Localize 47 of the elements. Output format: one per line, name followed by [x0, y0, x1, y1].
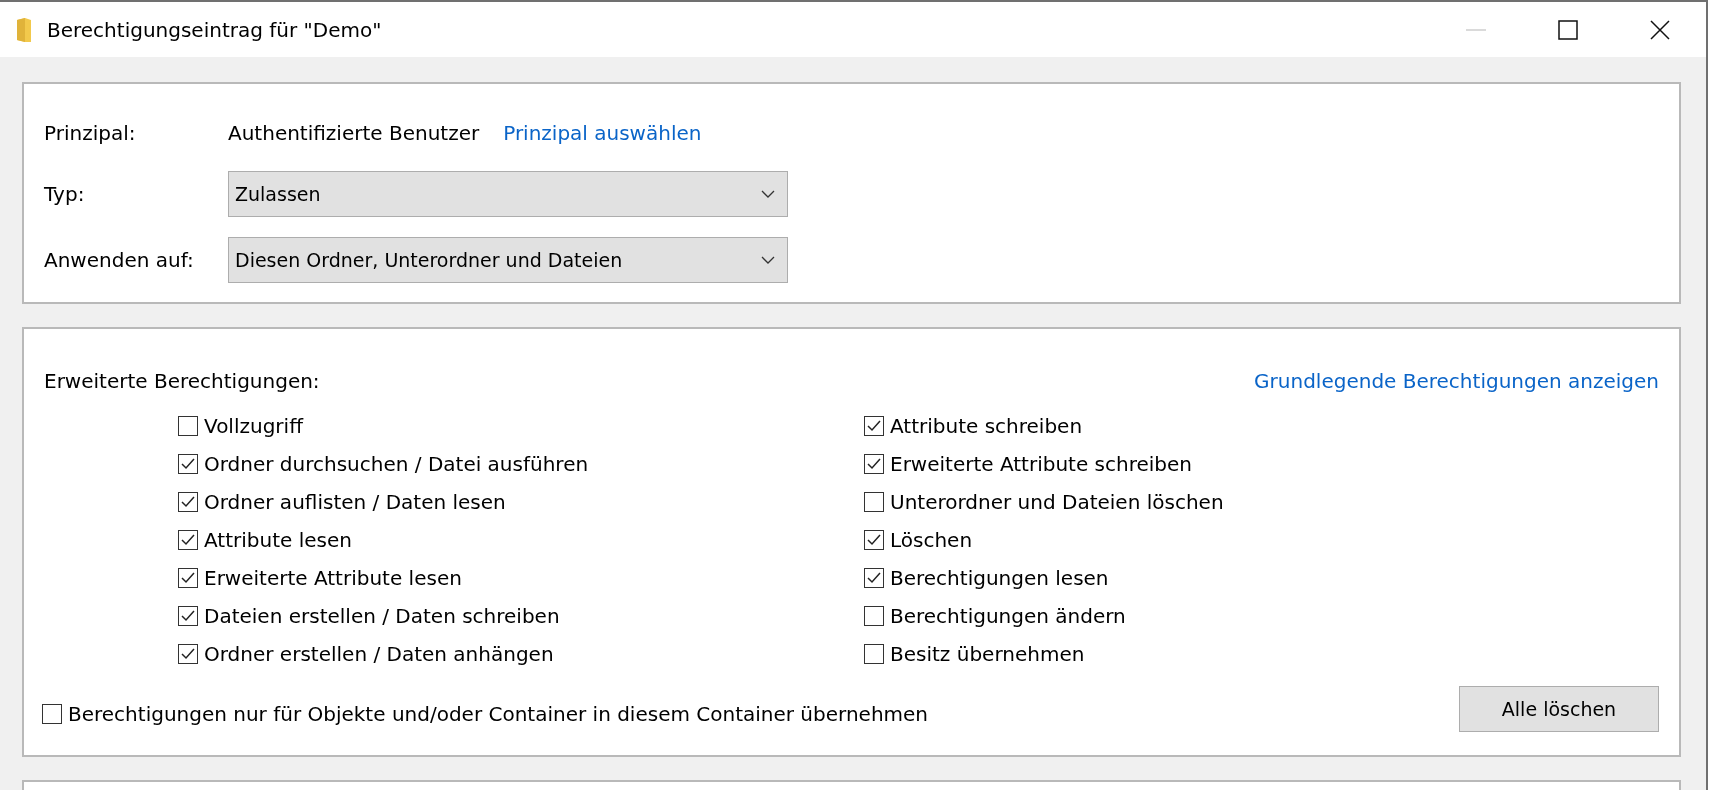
checkbox[interactable]	[864, 530, 884, 550]
checkbox-label: Vollzugriff	[204, 414, 303, 438]
checkbox[interactable]	[864, 568, 884, 588]
window-title: Berechtigungseintrag für "Demo"	[47, 17, 382, 42]
checkbox[interactable]	[864, 606, 884, 626]
chevron-down-icon	[761, 190, 775, 198]
checkbox-label: Berechtigungen nur für Objekte und/oder Container in diesem Container übernehmen	[68, 702, 929, 726]
checkbox[interactable]	[178, 492, 198, 512]
select-principal-link[interactable]: Prinzipal auswählen	[503, 121, 702, 145]
checkbox-label: Attribute lesen	[204, 528, 352, 552]
checkbox-label: Erweiterte Attribute lesen	[204, 566, 462, 590]
minimize-icon	[1465, 28, 1487, 31]
checkbox[interactable]	[42, 704, 62, 724]
checkbox-label: Besitz übernehmen	[890, 642, 1085, 666]
checkbox[interactable]	[178, 530, 198, 550]
field-label: Typ:	[44, 182, 86, 206]
checkbox-label: Berechtigungen ändern	[890, 604, 1126, 628]
checkbox[interactable]	[864, 644, 884, 664]
checkbox-label: Ordner erstellen / Daten anhängen	[204, 642, 554, 666]
folder-icon	[15, 15, 33, 44]
checkbox-label: Ordner auflisten / Daten lesen	[204, 490, 506, 514]
principal-label: Prinzipal:	[44, 121, 137, 145]
checkbox[interactable]	[178, 416, 198, 436]
close-icon	[1649, 18, 1671, 41]
basic-permissions-link[interactable]: Grundlegende Berechtigungen anzeigen	[1254, 369, 1659, 393]
checkbox-label: Ordner durchsuchen / Datei ausführen	[204, 452, 589, 476]
checkbox-label: Dateien erstellen / Daten schreiben	[204, 604, 560, 628]
clear-all-button[interactable]: Alle löschen	[1459, 686, 1659, 732]
checkbox-label: Attribute schreiben	[890, 414, 1083, 438]
maximize-icon	[1557, 18, 1579, 41]
chevron-down-icon	[761, 256, 775, 264]
permissions-heading: Erweiterte Berechtigungen:	[44, 369, 320, 393]
apply-to-dropdown[interactable]: Diesen Ordner, Unterordner und Dateien	[228, 237, 788, 283]
checkbox[interactable]	[178, 606, 198, 626]
checkbox[interactable]	[864, 416, 884, 436]
checkbox[interactable]	[864, 492, 884, 512]
checkbox[interactable]	[178, 454, 198, 474]
type-dropdown[interactable]: Zulassen	[228, 171, 788, 217]
field-label: Anwenden auf:	[44, 248, 195, 272]
checkbox-label: Berechtigungen lesen	[890, 566, 1109, 590]
checkbox-label: Unterordner und Dateien löschen	[890, 490, 1224, 514]
checkbox-label: Löschen	[890, 528, 973, 552]
checkbox[interactable]	[178, 568, 198, 588]
principal-value: Authentifizierte Benutzer	[228, 121, 480, 145]
checkbox[interactable]	[864, 454, 884, 474]
checkbox-label: Erweiterte Attribute schreiben	[890, 452, 1193, 476]
checkbox[interactable]	[178, 644, 198, 664]
